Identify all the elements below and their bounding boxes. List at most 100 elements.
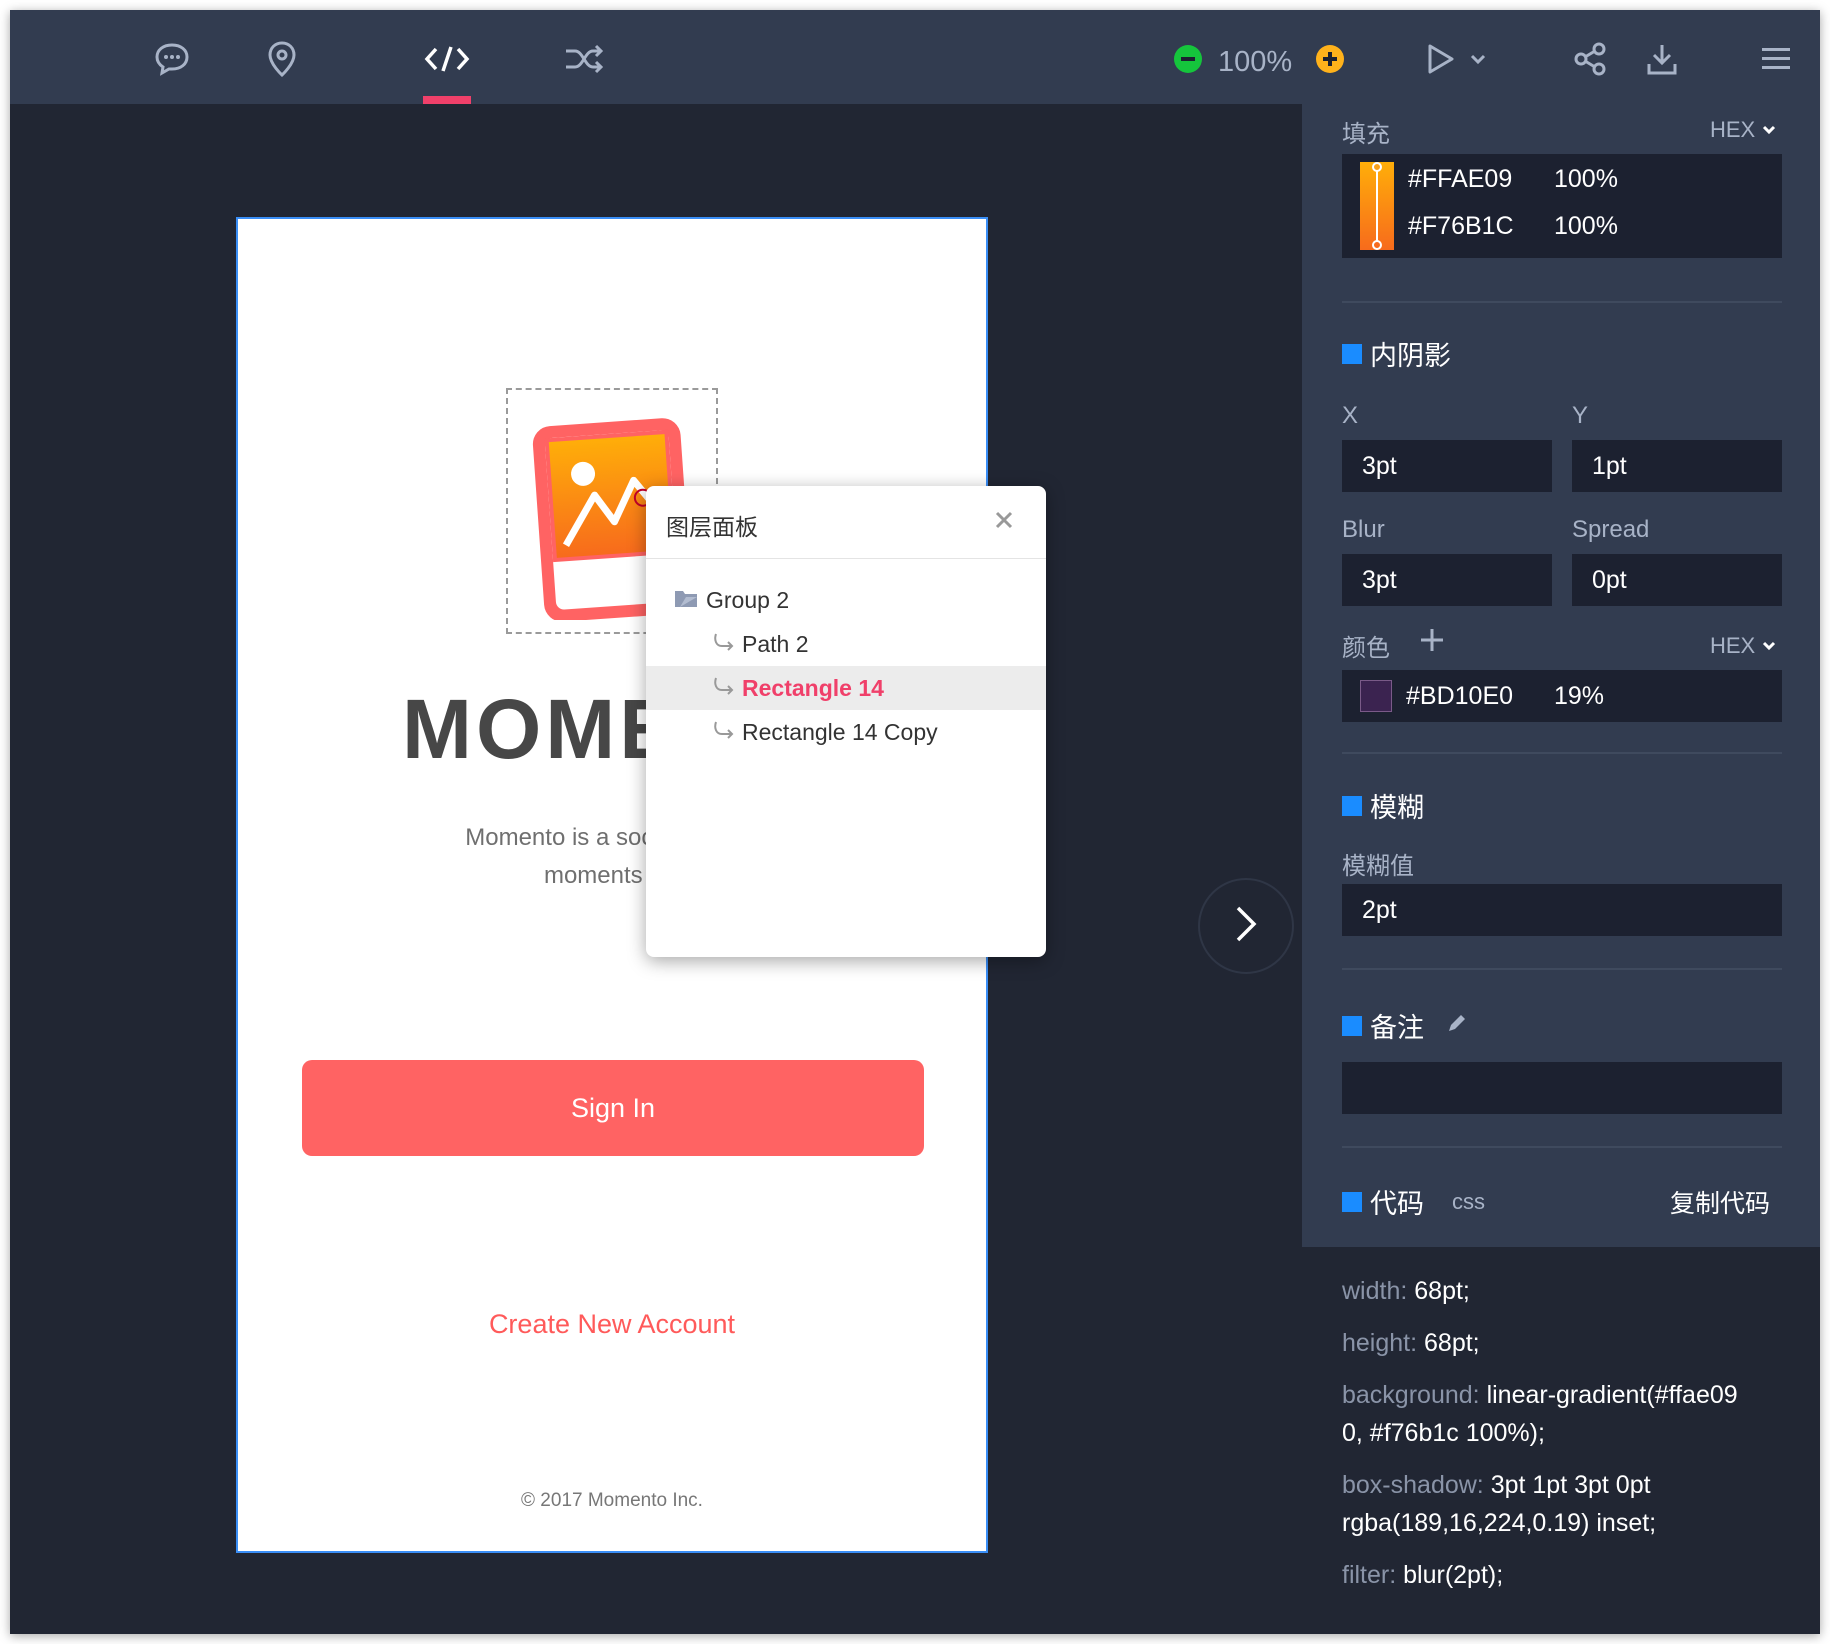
layer-item-path-2[interactable]: Path 2 xyxy=(646,622,1046,666)
code-block: width: 68pt; height: 68pt; background: l… xyxy=(1302,1247,1820,1634)
chevron-right-icon xyxy=(1234,904,1258,949)
code-key: filter: xyxy=(1342,1561,1397,1589)
code-line: rgba(189,16,224,0.19) inset; xyxy=(1342,1509,1656,1538)
shadow-y-input[interactable]: 1pt xyxy=(1572,440,1782,492)
gradient-stop-2-hex: #F76B1C xyxy=(1408,212,1514,240)
path-icon xyxy=(712,631,734,658)
shadow-color-swatch[interactable] xyxy=(1360,680,1392,712)
layer-panel-title: 图层面板 xyxy=(666,514,758,540)
download-icon[interactable] xyxy=(1634,32,1690,86)
chevron-down-icon[interactable] xyxy=(1458,32,1498,86)
code-icon[interactable] xyxy=(419,32,475,86)
layer-item-rectangle-14[interactable]: Rectangle 14 xyxy=(646,666,1046,710)
section-marker-icon xyxy=(1342,1191,1362,1212)
blur-title: 模糊 xyxy=(1370,793,1424,823)
layer-item-label: Rectangle 14 xyxy=(742,674,884,701)
section-divider xyxy=(1342,968,1782,970)
layer-item-label: Group 2 xyxy=(706,586,790,613)
code-title: 代码 xyxy=(1370,1189,1424,1219)
shadow-color-field[interactable]: #BD10E0 19% xyxy=(1342,670,1782,722)
shadow-color-hex: #BD10E0 xyxy=(1406,682,1514,710)
code-value: 0, #f76b1c 100%); xyxy=(1342,1419,1545,1447)
close-icon[interactable] xyxy=(992,508,1016,532)
code-value: linear-gradient(#ffae09 xyxy=(1486,1381,1738,1409)
layer-item-rectangle-14-copy[interactable]: Rectangle 14 Copy xyxy=(646,710,1046,754)
shadow-spread-input[interactable]: 0pt xyxy=(1572,554,1782,606)
inspector-panel: 填充 HEX #FFAE09 100% #F76B1C 100% 内阴影 X Y… xyxy=(1302,104,1820,1634)
shadow-color-mode-select[interactable]: HEX xyxy=(1710,633,1777,659)
create-account-link[interactable]: Create New Account xyxy=(238,1309,986,1340)
copyright-text: © 2017 Momento Inc. xyxy=(521,1490,703,1511)
section-marker-icon xyxy=(1342,343,1362,364)
code-key: background: xyxy=(1342,1381,1480,1409)
code-line: background: linear-gradient(#ffae09 xyxy=(1342,1381,1738,1410)
code-line: 0, #f76b1c 100%); xyxy=(1342,1419,1545,1448)
top-toolbar: 100% xyxy=(10,10,1820,104)
shadow-x-input[interactable]: 3pt xyxy=(1342,440,1552,492)
sign-in-button[interactable]: Sign In xyxy=(302,1060,924,1156)
app-window: 100% MOMENTO Momento is a social app tha… xyxy=(10,10,1820,1634)
gradient-stop-2-opacity: 100% xyxy=(1554,212,1618,240)
add-color-icon[interactable] xyxy=(1418,626,1446,654)
gradient-fill-field[interactable]: #FFAE09 100% #F76B1C 100% xyxy=(1342,154,1782,258)
section-divider xyxy=(1342,1146,1782,1148)
code-line: filter: blur(2pt); xyxy=(1342,1561,1503,1590)
zoom-out-icon[interactable] xyxy=(1168,32,1208,86)
code-language-tab[interactable]: css xyxy=(1452,1189,1485,1215)
section-marker-icon xyxy=(1342,795,1362,816)
pencil-icon[interactable] xyxy=(1446,1010,1468,1041)
notes-input[interactable] xyxy=(1342,1062,1782,1114)
notes-header: 备注 xyxy=(1342,1006,1468,1045)
shadow-blur-label: Blur xyxy=(1342,516,1385,543)
layer-item-label: Rectangle 14 Copy xyxy=(742,718,938,745)
shadow-color-label: 颜色 xyxy=(1342,635,1390,662)
zoom-in-icon[interactable] xyxy=(1310,32,1350,86)
code-line: box-shadow: 3pt 1pt 3pt 0pt xyxy=(1342,1471,1651,1500)
layer-panel-header: 图层面板 xyxy=(646,486,1046,559)
blur-header: 模糊 xyxy=(1342,786,1424,825)
shadow-mode-value: HEX xyxy=(1710,633,1756,658)
zoom-level: 100% xyxy=(1218,46,1293,78)
code-value: 3pt 1pt 3pt 0pt xyxy=(1490,1471,1651,1499)
fill-mode-value: HEX xyxy=(1710,117,1756,142)
layer-panel: 图层面板 Group 2 Path 2 Rectangle 14 Rectang… xyxy=(646,486,1046,957)
shuffle-icon[interactable] xyxy=(556,32,612,86)
chevron-down-icon xyxy=(1763,641,1776,651)
blur-value-input[interactable]: 2pt xyxy=(1342,884,1782,936)
gradient-stop-1-hex: #FFAE09 xyxy=(1408,165,1513,193)
layer-item-label: Path 2 xyxy=(742,630,809,657)
gradient-stop-1-opacity: 100% xyxy=(1554,165,1618,193)
folder-icon xyxy=(674,587,698,614)
section-divider xyxy=(1342,301,1782,303)
comment-icon[interactable] xyxy=(144,32,200,86)
shadow-blur-input[interactable]: 3pt xyxy=(1342,554,1552,606)
layer-item-group-2[interactable]: Group 2 xyxy=(646,578,1046,622)
code-key: box-shadow: xyxy=(1342,1471,1484,1499)
path-icon xyxy=(712,675,734,702)
code-value: blur(2pt); xyxy=(1403,1561,1504,1589)
next-artboard-button[interactable] xyxy=(1198,878,1294,974)
chevron-down-icon xyxy=(1763,125,1776,135)
path-icon xyxy=(712,719,734,746)
shadow-y-label: Y xyxy=(1572,402,1589,429)
share-icon[interactable] xyxy=(1562,32,1618,86)
blur-value-label: 模糊值 xyxy=(1342,853,1414,880)
code-line: height: 68pt; xyxy=(1342,1329,1480,1358)
gradient-swatch[interactable] xyxy=(1360,162,1394,250)
location-pin-icon[interactable] xyxy=(254,32,310,86)
code-value: rgba(189,16,224,0.19) inset; xyxy=(1342,1509,1657,1537)
section-marker-icon xyxy=(1342,1015,1362,1036)
code-key: height: xyxy=(1342,1329,1418,1357)
section-divider xyxy=(1342,752,1782,754)
notes-title: 备注 xyxy=(1370,1013,1424,1043)
fill-color-mode-select[interactable]: HEX xyxy=(1710,117,1777,143)
code-header: 代码 css xyxy=(1342,1182,1485,1221)
code-value: 68pt; xyxy=(1424,1329,1480,1357)
copy-code-button[interactable]: 复制代码 xyxy=(1670,1184,1770,1220)
code-value: 68pt; xyxy=(1414,1277,1470,1305)
inner-shadow-header: 内阴影 xyxy=(1342,334,1451,373)
menu-icon[interactable] xyxy=(1748,32,1804,86)
shadow-color-opacity: 19% xyxy=(1554,682,1605,710)
shadow-x-label: X xyxy=(1342,402,1359,429)
inner-shadow-title: 内阴影 xyxy=(1370,341,1451,371)
